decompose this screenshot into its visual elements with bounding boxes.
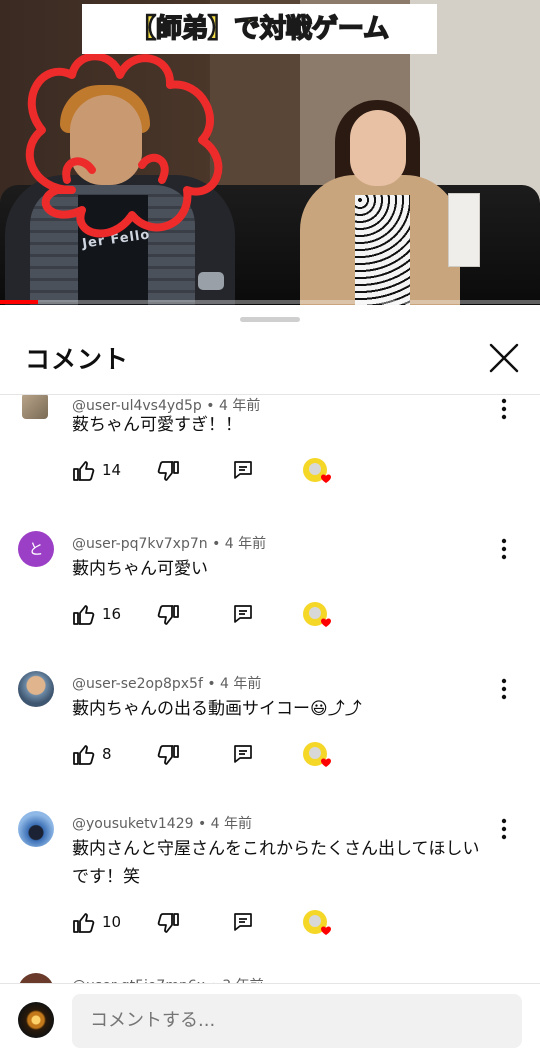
blouse — [355, 195, 410, 305]
comment-actions: 10 — [72, 910, 492, 937]
wristwatch — [198, 272, 224, 290]
creator-heart-icon — [303, 910, 331, 935]
thumbs-down-icon[interactable] — [156, 459, 180, 483]
more-vert-icon[interactable] — [494, 677, 514, 701]
commenter-avatar[interactable] — [18, 973, 54, 983]
thumbs-down-icon[interactable] — [156, 603, 180, 627]
like-count: 8 — [102, 745, 112, 763]
commenter-avatar[interactable] — [18, 671, 54, 707]
red-scribble-annotation — [25, 52, 223, 238]
reply-icon[interactable] — [232, 603, 254, 625]
close-icon[interactable] — [486, 340, 522, 376]
drag-handle[interactable] — [240, 317, 300, 322]
comment-actions: 8 — [72, 742, 492, 769]
comment-actions: 16 — [72, 602, 492, 629]
thumbs-down-icon[interactable] — [156, 911, 180, 935]
comment-meta: @user-se2op8px5f • 4 年前 — [72, 676, 262, 692]
face — [350, 110, 406, 186]
comments-sheet: コメント @user-ul4vs4yd5p • 4 年前 薮ちゃん可愛すぎ！！ … — [0, 305, 540, 1057]
like-count: 16 — [102, 605, 122, 623]
reply-icon[interactable] — [232, 743, 254, 765]
comment-list[interactable]: @user-ul4vs4yd5p • 4 年前 薮ちゃん可愛すぎ！！ 14 と … — [0, 395, 540, 983]
commenter-avatar[interactable] — [18, 811, 54, 847]
more-vert-icon[interactable] — [494, 817, 514, 841]
commenter-avatar[interactable]: と — [18, 531, 54, 567]
air-purifier — [448, 193, 480, 267]
comment-input[interactable] — [72, 994, 522, 1048]
creator-heart-icon — [303, 742, 331, 767]
creator-heart-icon — [303, 602, 331, 627]
comment-text: 藪内ちゃんの出る動画サイコー😃⤴⤴ — [72, 699, 362, 719]
thumbs-up-icon[interactable] — [72, 743, 96, 767]
reply-icon[interactable] — [232, 911, 254, 933]
more-vert-icon[interactable] — [494, 397, 514, 421]
comment-text: 藪内さんと守屋さんをこれからたくさん出してほしいです！笑 — [72, 839, 480, 887]
comment-meta: @user-pq7kv7xp7n • 4 年前 — [72, 536, 267, 552]
commenter-avatar[interactable] — [22, 395, 48, 419]
thumbs-up-icon[interactable] — [72, 911, 96, 935]
sheet-title: コメント — [25, 345, 130, 374]
video-player[interactable]: Jer Fello 【師弟】で対戦ゲーム — [0, 0, 540, 305]
comment-meta: @user-gt5io7mp6x • 3 年前 — [72, 975, 264, 983]
reply-icon[interactable] — [232, 459, 254, 481]
like-count: 14 — [102, 461, 122, 479]
comment-composer — [0, 983, 540, 1058]
progress-bar[interactable] — [0, 300, 540, 304]
creator-heart-icon — [303, 458, 331, 483]
thumbs-down-icon[interactable] — [156, 743, 180, 767]
more-vert-icon[interactable] — [494, 537, 514, 561]
comment-text: 藪内ちゃん可愛い — [72, 559, 208, 579]
comment-meta: @yousuketv1429 • 4 年前 — [72, 816, 253, 832]
thumbs-up-icon[interactable] — [72, 603, 96, 627]
like-count: 10 — [102, 913, 122, 931]
video-caption: 【師弟】で対戦ゲーム — [129, 13, 390, 45]
comment-actions: 14 — [72, 458, 492, 485]
progress-fill — [0, 300, 38, 304]
comment-text: 薮ちゃん可愛すぎ！！ — [72, 415, 242, 435]
thumbs-up-icon[interactable] — [72, 459, 96, 483]
user-avatar[interactable] — [18, 1002, 54, 1038]
